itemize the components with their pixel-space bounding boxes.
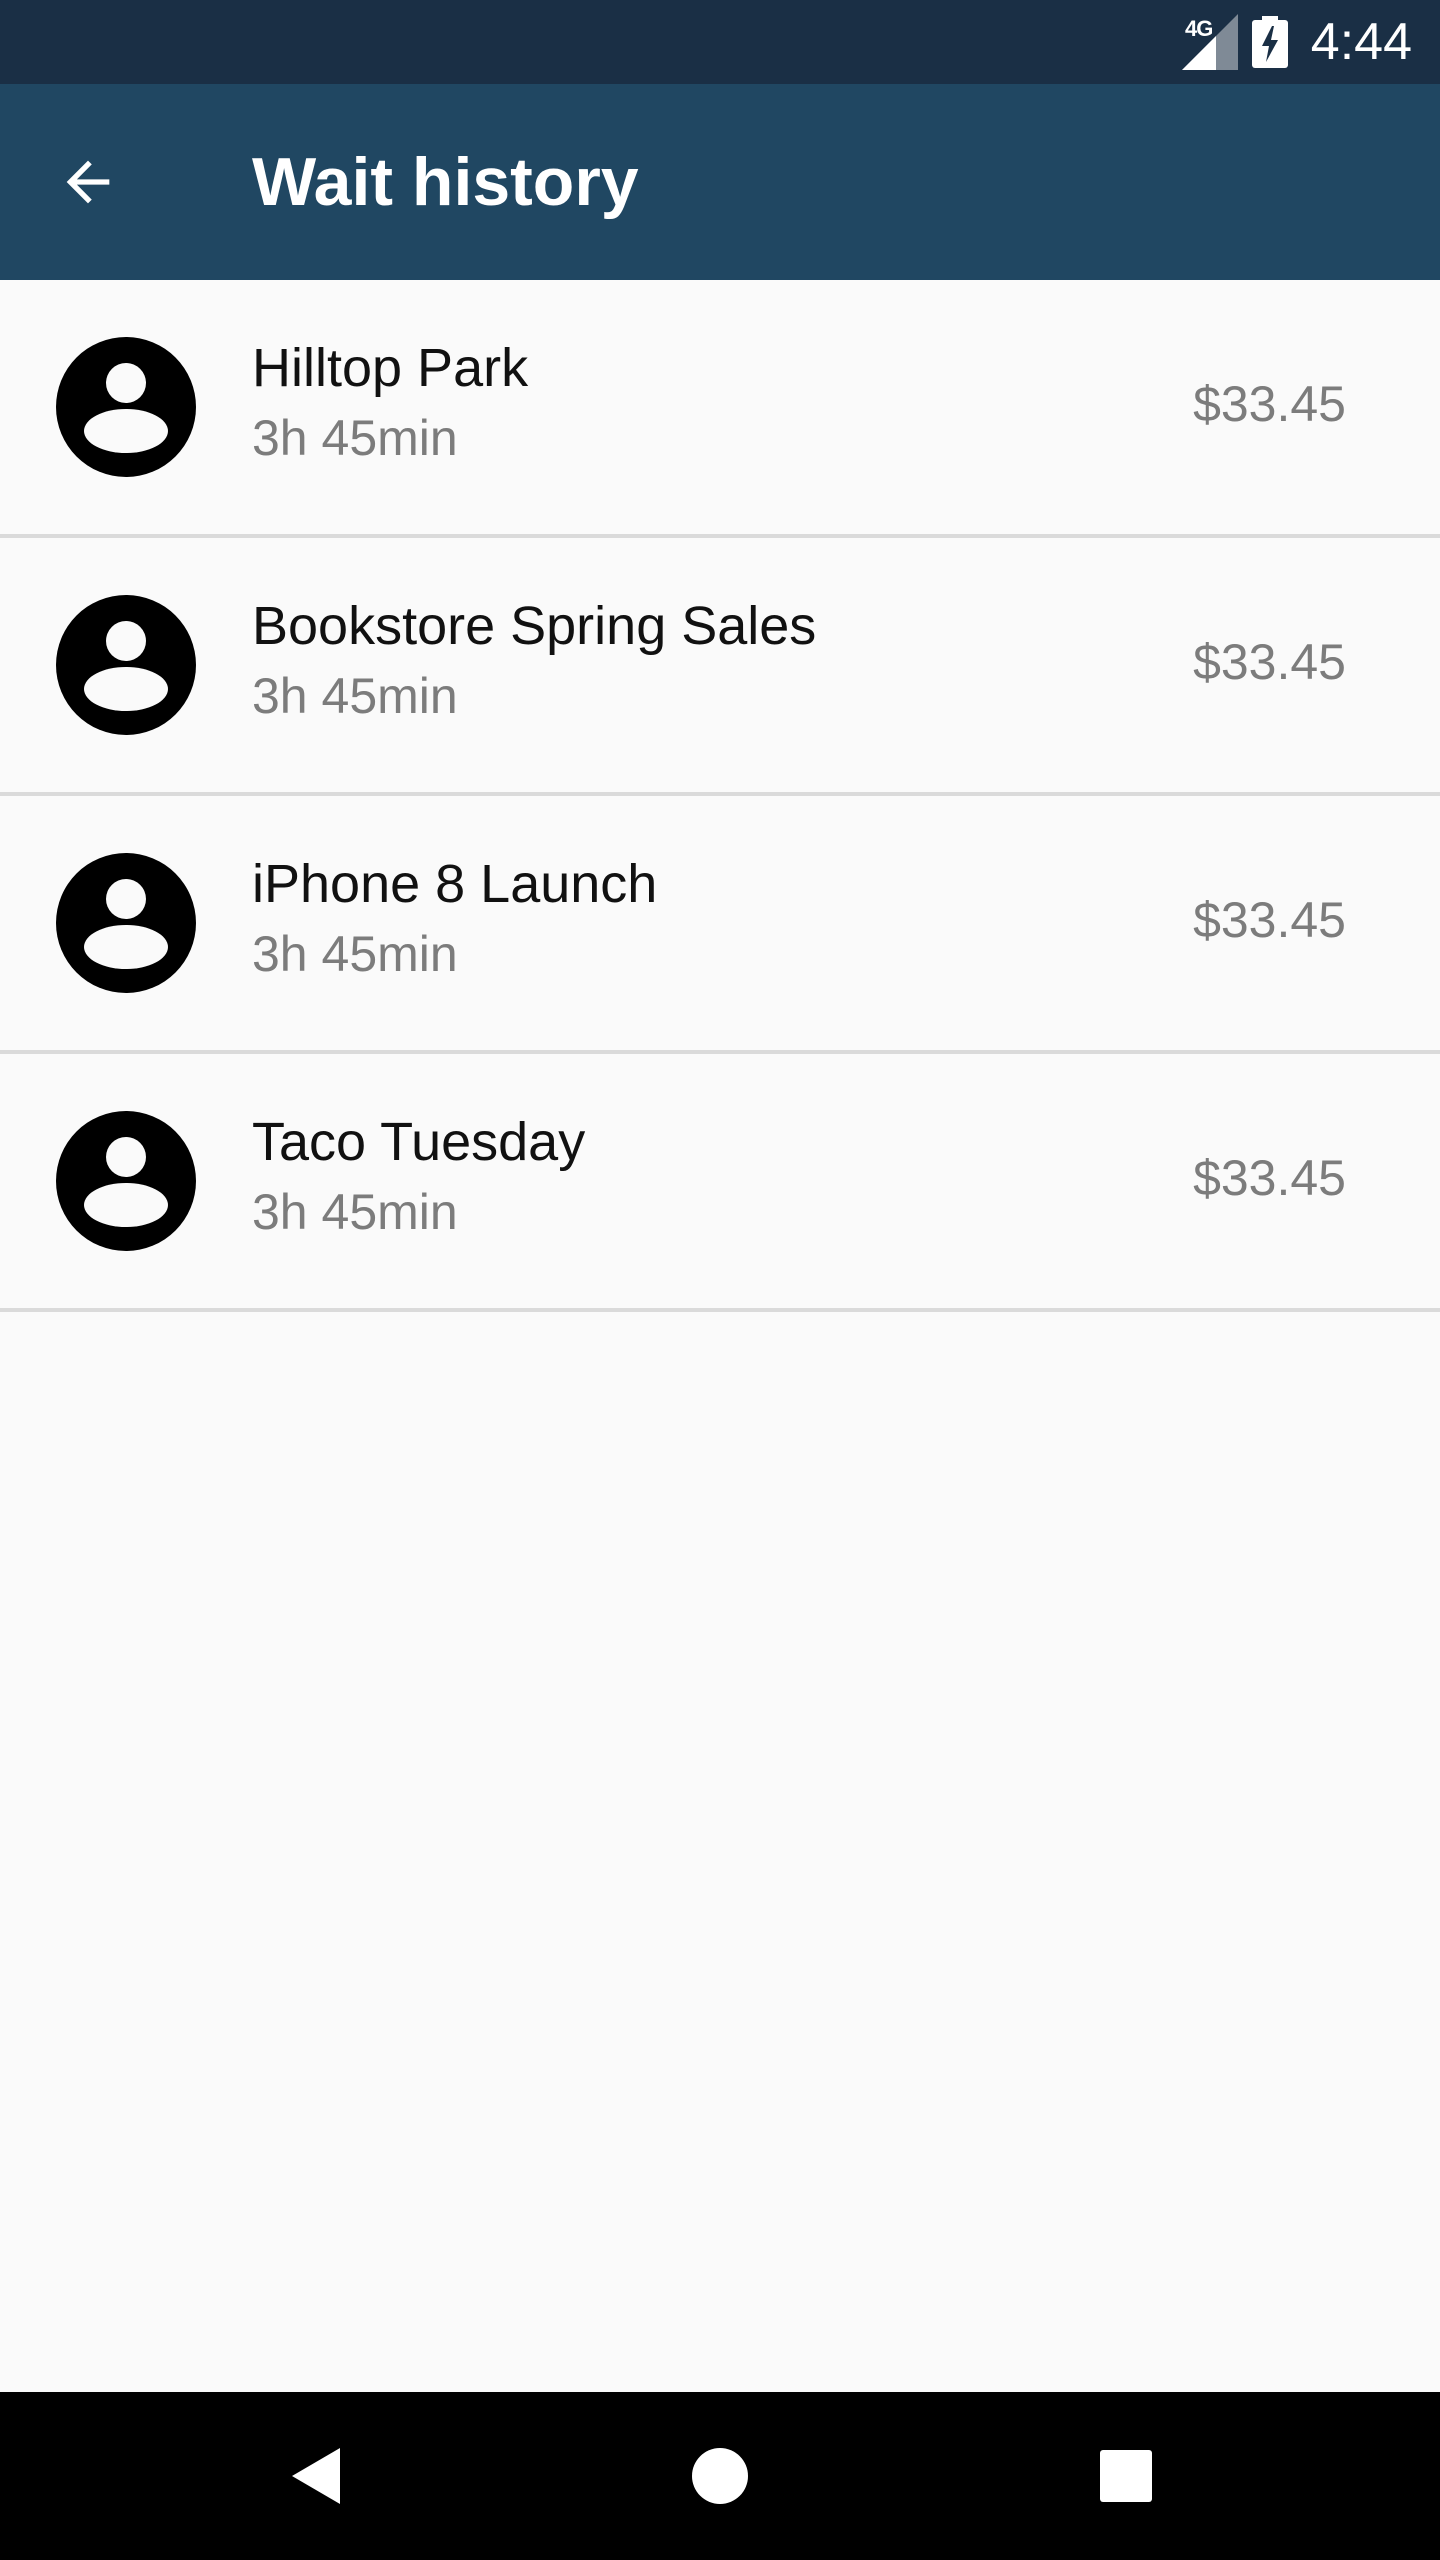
status-clock: 4:44 xyxy=(1310,13,1412,71)
nav-recents-square-icon xyxy=(1100,2450,1152,2502)
cell-signal-icon xyxy=(1182,14,1238,70)
history-item-bookstore-spring-sales[interactable]: Bookstore Spring Sales 3h 45min $33.45 xyxy=(0,538,1440,796)
nav-home-circle-icon xyxy=(692,2448,748,2504)
system-nav-bar xyxy=(0,2392,1440,2560)
nav-recents-button[interactable] xyxy=(1076,2426,1176,2526)
back-button[interactable] xyxy=(40,134,136,230)
account-circle-icon xyxy=(56,1111,196,1251)
nav-back-button[interactable] xyxy=(266,2426,366,2526)
item-price: $33.45 xyxy=(1193,892,1346,948)
wait-history-list: Hilltop Park 3h 45min $33.45 Bookstore S… xyxy=(0,280,1440,1312)
account-circle-icon xyxy=(56,595,196,735)
item-title: Hilltop Park xyxy=(252,338,529,398)
nav-home-button[interactable] xyxy=(670,2426,770,2526)
nav-back-triangle-icon xyxy=(292,2448,340,2504)
item-duration: 3h 45min xyxy=(252,926,458,982)
item-price: $33.45 xyxy=(1193,376,1346,432)
history-item-hilltop-park[interactable]: Hilltop Park 3h 45min $33.45 xyxy=(0,280,1440,538)
account-circle-icon xyxy=(56,337,196,477)
app-bar: Wait history xyxy=(0,84,1440,280)
item-duration: 3h 45min xyxy=(252,668,458,724)
account-circle-icon xyxy=(56,853,196,993)
item-duration: 3h 45min xyxy=(252,410,458,466)
status-bar: 4G 4:44 xyxy=(0,0,1440,84)
arrow-back-icon xyxy=(66,160,110,204)
item-price: $33.45 xyxy=(1193,1150,1346,1206)
battery-charging-icon xyxy=(1252,16,1288,68)
item-duration: 3h 45min xyxy=(252,1184,458,1240)
history-item-taco-tuesday[interactable]: Taco Tuesday 3h 45min $33.45 xyxy=(0,1054,1440,1312)
item-title: Taco Tuesday xyxy=(252,1112,586,1172)
page-title: Wait history xyxy=(252,144,639,220)
history-item-iphone-8-launch[interactable]: iPhone 8 Launch 3h 45min $33.45 xyxy=(0,796,1440,1054)
item-price: $33.45 xyxy=(1193,634,1346,690)
item-title: Bookstore Spring Sales xyxy=(252,596,817,656)
item-title: iPhone 8 Launch xyxy=(252,854,658,914)
